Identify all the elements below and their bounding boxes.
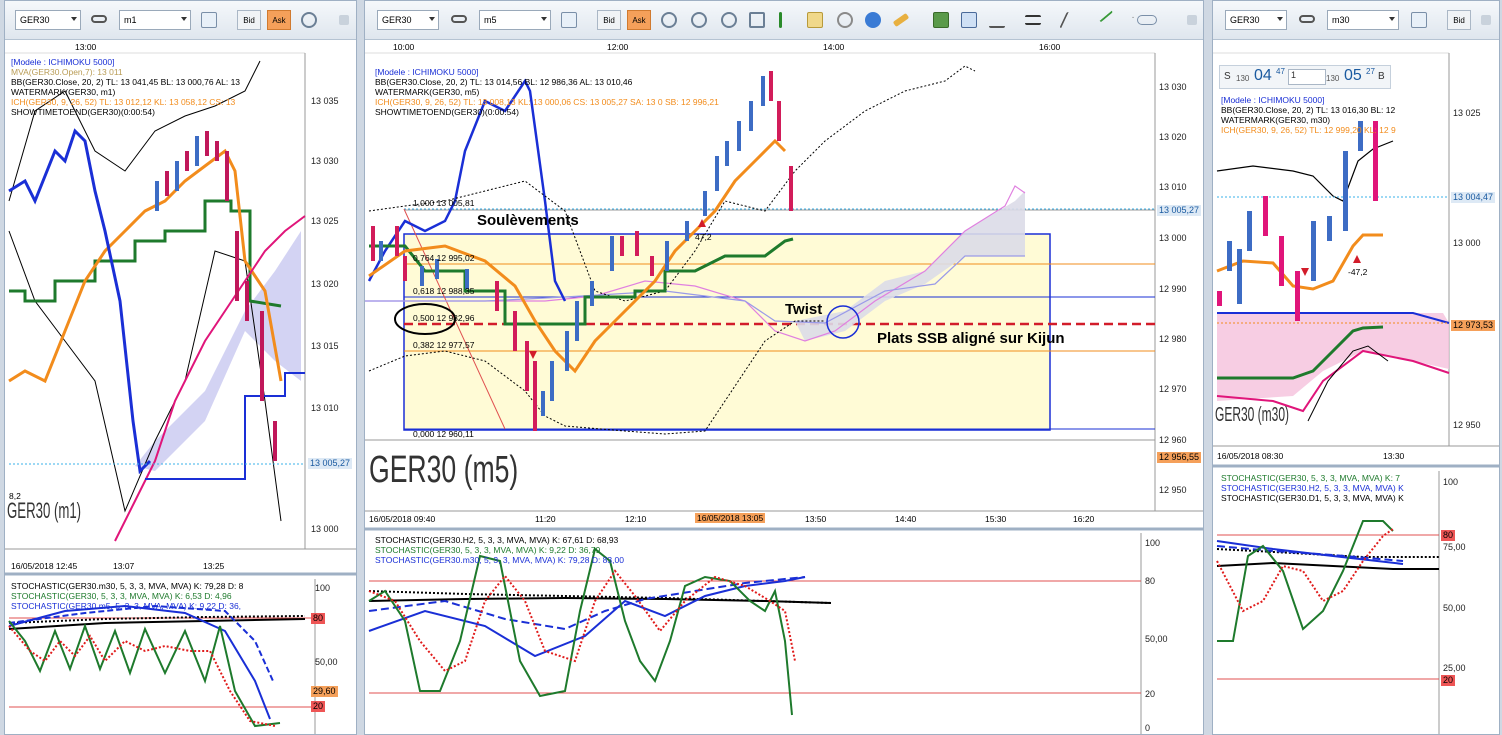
m1-stochastic-chart bbox=[5, 572, 356, 734]
chart-window-m30: GER30 m30 Bid S 130 04 47 1 130 05 27 B bbox=[1212, 0, 1500, 735]
stoch-tick: 100 bbox=[1145, 538, 1161, 548]
stoch-legend-line: STOCHASTIC(GER30.m5, 5, 3, 3, MVA, MVA) … bbox=[11, 601, 242, 611]
stoch-legend-line: STOCHASTIC(GER30.H2, 5, 3, 3, MVA, MVA) … bbox=[1221, 483, 1404, 493]
stoch-tick: 0 bbox=[1145, 723, 1151, 733]
stoch-tick: 80 bbox=[311, 613, 326, 624]
stoch-legend-line: STOCHASTIC(GER30.H2, 5, 3, 3, MVA, MVA) … bbox=[375, 535, 619, 545]
stoch-tick: 20 bbox=[1441, 675, 1456, 686]
stoch-tick: 50,00 bbox=[1443, 603, 1466, 613]
chart-window-m5: GER30 m5 Bid Ask · 10:00 12:00 14:00 16:… bbox=[364, 0, 1204, 735]
stoch-tick: 80 bbox=[1441, 530, 1456, 541]
stoch-legend-line: STOCHASTIC(GER30.m30, 5, 3, 3, MVA, MVA)… bbox=[375, 555, 624, 565]
stoch-tick: 100 bbox=[1443, 477, 1459, 487]
stoch-legend-line: STOCHASTIC(GER30, 5, 3, 3, MVA, MVA) K: … bbox=[1221, 473, 1401, 483]
m5-stochastic-chart bbox=[365, 527, 1203, 734]
stoch-tick: 100 bbox=[315, 583, 331, 593]
stoch-tick: 20 bbox=[1145, 689, 1156, 699]
stoch-legend-line: STOCHASTIC(GER30, 5, 3, 3, MVA, MVA) K: … bbox=[375, 545, 601, 555]
stoch-legend-line: STOCHASTIC(GER30, 5, 3, 3, MVA, MVA) K: … bbox=[11, 591, 232, 601]
stoch-tick: 50,00 bbox=[1145, 634, 1168, 644]
stoch-tick: 80 bbox=[1145, 576, 1156, 586]
stoch-legend-line: STOCHASTIC(GER30.D1, 5, 3, 3, MVA, MVA) … bbox=[1221, 493, 1404, 503]
stoch-legend-line: STOCHASTIC(GER30.m30, 5, 3, 3, MVA, MVA)… bbox=[11, 581, 244, 591]
stoch-tick: 20 bbox=[311, 701, 326, 712]
stoch-tick: 75,00 bbox=[1443, 542, 1466, 552]
chart-window-m1: GER30 m1 Bid Ask 13:00 [Modele : ICHIMOK… bbox=[4, 0, 357, 735]
stoch-tick: 50,00 bbox=[315, 657, 338, 667]
stoch-tick: 25,00 bbox=[1443, 663, 1466, 673]
m30-stochastic-chart bbox=[1213, 464, 1499, 734]
stoch-tick: 29,60 bbox=[311, 686, 338, 697]
